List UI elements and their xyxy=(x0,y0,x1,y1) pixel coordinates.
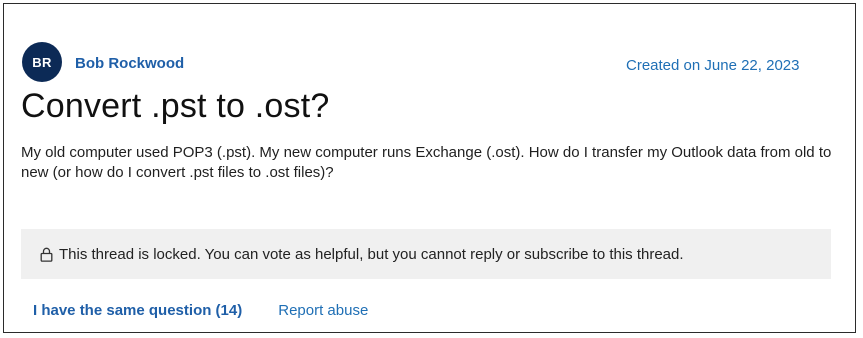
question-title: Convert .pst to .ost? xyxy=(21,87,330,125)
same-question-button[interactable]: I have the same question (14) xyxy=(33,302,242,319)
author-name-link[interactable]: Bob Rockwood xyxy=(75,55,184,72)
lock-icon xyxy=(40,247,53,262)
created-date: Created on June 22, 2023 xyxy=(626,57,800,74)
question-card: BR Bob Rockwood Created on June 22, 2023… xyxy=(3,3,856,333)
avatar-initials: BR xyxy=(32,54,52,70)
locked-notice-text: This thread is locked. You can vote as h… xyxy=(59,245,684,263)
locked-notice: This thread is locked. You can vote as h… xyxy=(21,229,831,279)
question-body: My old computer used POP3 (.pst). My new… xyxy=(21,144,832,181)
question-actions: I have the same question (14) Report abu… xyxy=(33,302,368,319)
report-abuse-link[interactable]: Report abuse xyxy=(278,302,368,319)
avatar[interactable]: BR xyxy=(22,42,62,82)
